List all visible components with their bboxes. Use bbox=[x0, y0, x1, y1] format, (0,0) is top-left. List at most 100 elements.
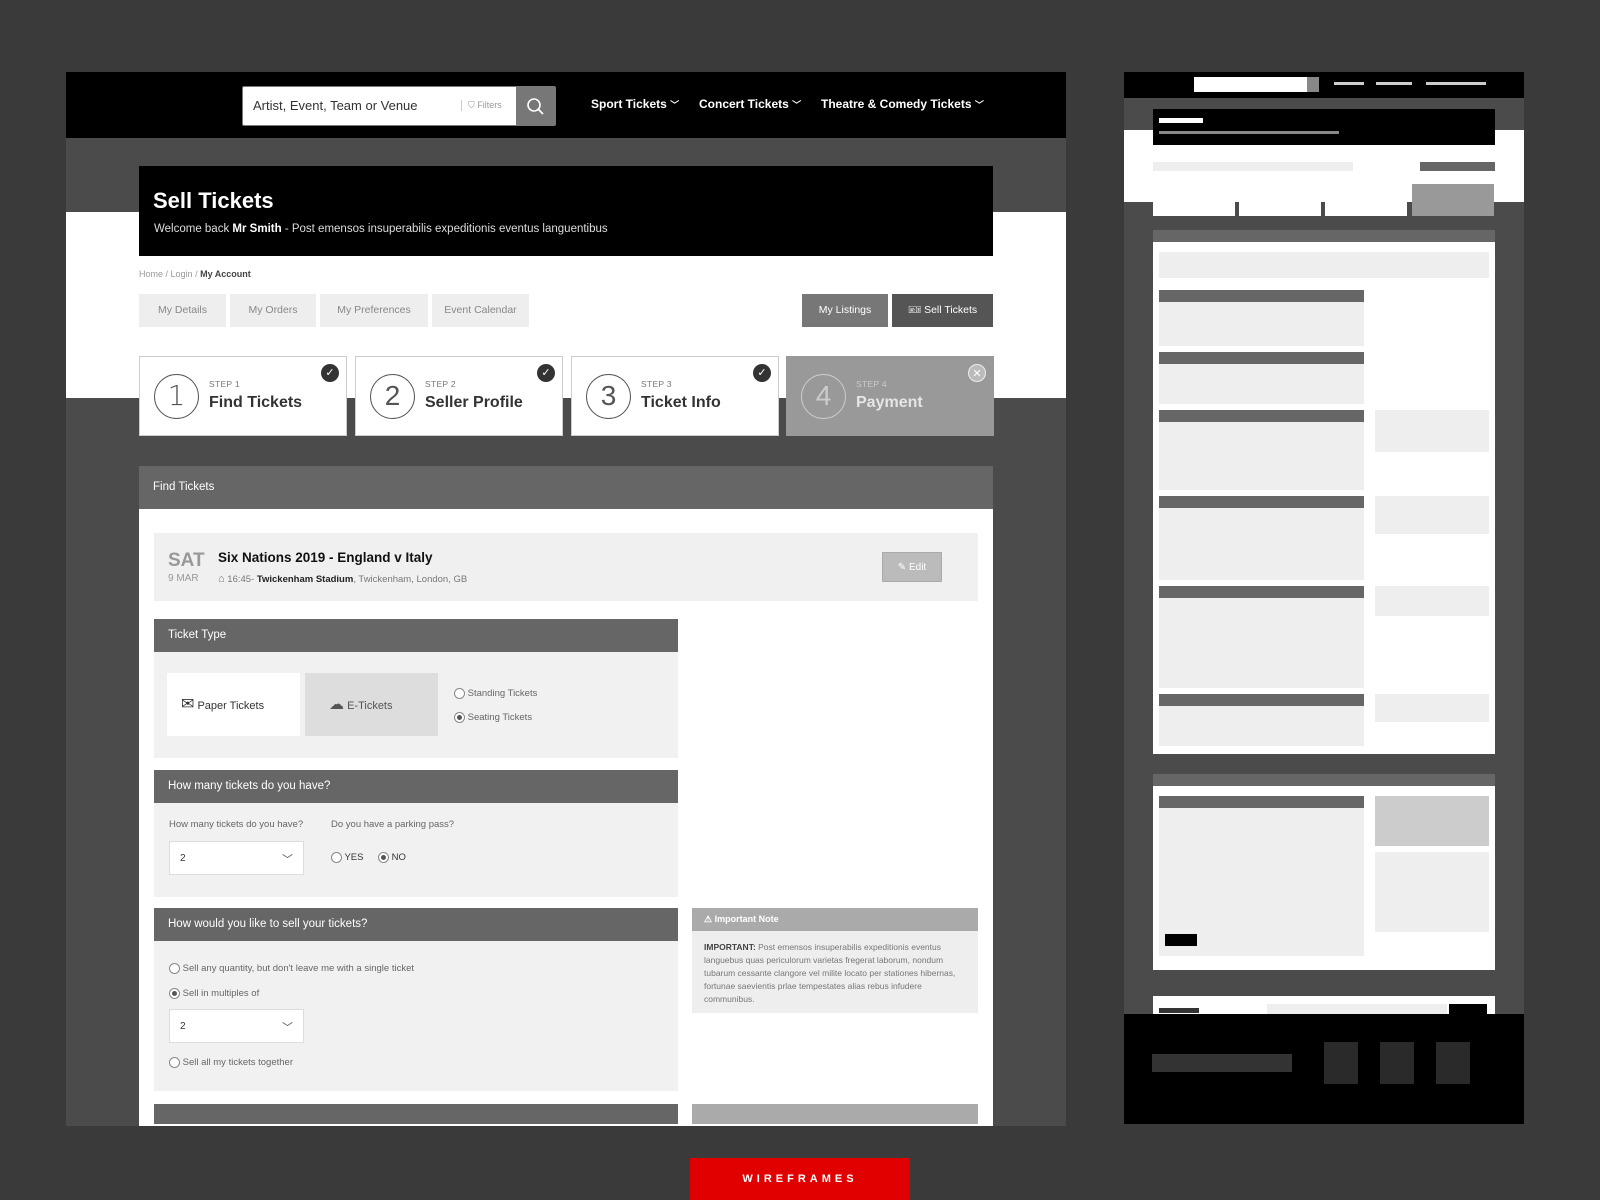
welcome-prefix: Welcome back bbox=[154, 223, 230, 235]
thumb-hero bbox=[1153, 109, 1495, 145]
search-input[interactable]: Artist, Event, Team or Venue bbox=[253, 98, 418, 113]
radio-button[interactable] bbox=[331, 852, 342, 863]
wireframes-badge: WIREFRAMES bbox=[690, 1158, 910, 1200]
breadcrumb-home[interactable]: Home bbox=[139, 269, 163, 279]
full-page-thumbnail bbox=[1124, 72, 1524, 1124]
chevron-down-icon: ﹀ bbox=[282, 854, 293, 866]
thumb-title bbox=[1159, 118, 1203, 123]
check-icon: ✓ bbox=[753, 364, 771, 382]
thumb-subtitle bbox=[1159, 131, 1339, 134]
no-label: NO bbox=[391, 852, 406, 864]
step-label: STEP 2 bbox=[425, 379, 456, 389]
step-ticket-info[interactable]: 3 STEP 3 Ticket Info ✓ bbox=[571, 356, 779, 436]
filters-button[interactable]: ⛉ Filters bbox=[461, 100, 502, 111]
yes-label: YES bbox=[344, 852, 364, 864]
search-box[interactable]: Artist, Event, Team or Venue ⛉ Filters bbox=[242, 86, 556, 126]
tab-sell-tickets[interactable]: 🎫︎ Sell Tickets bbox=[892, 294, 993, 327]
thumb-ticket-info-panel bbox=[1153, 786, 1495, 970]
step-number: 3 bbox=[586, 374, 631, 419]
chevron-down-icon: ﹀ bbox=[792, 100, 802, 110]
thumb-search bbox=[1194, 77, 1319, 92]
filters-label: Filters bbox=[477, 100, 502, 110]
parking-no-radio[interactable]: NO bbox=[378, 852, 406, 863]
tab-my-preferences[interactable]: My Preferences bbox=[320, 294, 428, 327]
radio-button[interactable] bbox=[454, 688, 465, 699]
nav-label: Concert Tickets bbox=[699, 97, 789, 111]
tab-my-listings[interactable]: My Listings bbox=[802, 294, 888, 327]
paper-tickets-label: Paper Tickets bbox=[197, 700, 265, 712]
nav-sport-tickets[interactable]: Sport Tickets ﹀ bbox=[591, 97, 679, 111]
search-icon bbox=[527, 98, 544, 115]
step-name: Seller Profile bbox=[425, 394, 523, 411]
envelope-icon: ✉ bbox=[181, 696, 195, 713]
welcome-message: Welcome back Mr Smith - Post emensos ins… bbox=[154, 223, 608, 235]
paper-tickets-option[interactable]: ✉ Paper Tickets bbox=[167, 673, 300, 736]
event-venue: Twickenham Stadium bbox=[256, 574, 354, 585]
sell-all-label: Sell all my tickets together bbox=[182, 1057, 293, 1069]
quantity-select[interactable]: 2 ﹀ bbox=[169, 841, 304, 875]
edit-label: Edit bbox=[908, 562, 927, 573]
check-icon: ✓ bbox=[321, 364, 339, 382]
sell-all-radio[interactable]: Sell all my tickets together bbox=[169, 1057, 293, 1068]
radio-button[interactable] bbox=[169, 988, 180, 999]
radio-button[interactable] bbox=[169, 963, 180, 974]
important-note-header: ⚠ Important Note bbox=[692, 908, 978, 931]
edit-icon: ✎ bbox=[897, 562, 907, 573]
search-button[interactable] bbox=[516, 87, 555, 125]
thumb-note bbox=[1375, 586, 1489, 616]
e-tickets-option[interactable]: ☁ E-Tickets bbox=[305, 673, 438, 736]
sell-multiples-label: Sell in multiples of bbox=[182, 988, 260, 1000]
nav-label: Sport Tickets bbox=[591, 97, 667, 111]
radio-button[interactable] bbox=[454, 712, 465, 723]
breadcrumb-login[interactable]: Login bbox=[171, 269, 193, 279]
nav-concert-tickets[interactable]: Concert Tickets ﹀ bbox=[699, 97, 801, 111]
ticket-icon: 🎫︎ bbox=[907, 304, 922, 316]
cloud-download-icon: ☁ bbox=[329, 696, 344, 713]
thumb-footer-col bbox=[1380, 1042, 1414, 1084]
thumb-note bbox=[1375, 796, 1489, 846]
thumb-block bbox=[1159, 364, 1364, 404]
parking-label: Do you have a parking pass? bbox=[331, 819, 455, 830]
step-number: 4 bbox=[801, 374, 846, 419]
thumb-note bbox=[1375, 496, 1489, 534]
parking-yes-radio[interactable]: YES bbox=[331, 852, 363, 863]
radio-button[interactable] bbox=[378, 852, 389, 863]
thumb-find-tickets-panel bbox=[1153, 242, 1495, 754]
sell-any-radio[interactable]: Sell any quantity, but don't leave me wi… bbox=[169, 963, 414, 974]
how-many-body: How many tickets do you have? 2 ﹀ Do you… bbox=[154, 803, 678, 897]
step-seller-profile[interactable]: 2 STEP 2 Seller Profile ✓ bbox=[355, 356, 563, 436]
thumb-block-header bbox=[1159, 352, 1364, 364]
calendar-icon: ⌂ bbox=[218, 573, 225, 585]
thumb-tabs-right bbox=[1420, 162, 1495, 171]
thumb-footer-col bbox=[1436, 1042, 1470, 1084]
breadcrumb: Home / Login / My Account bbox=[139, 269, 251, 279]
step-name: Ticket Info bbox=[641, 394, 721, 411]
chevron-down-icon: ﹀ bbox=[282, 1022, 293, 1034]
step-payment[interactable]: 4 STEP 4 Payment ✕ bbox=[786, 356, 994, 436]
event-card: SAT 9 MAR Six Nations 2019 - England v I… bbox=[154, 533, 978, 601]
nav-theatre-comedy-tickets[interactable]: Theatre & Comedy Tickets ﹀ bbox=[821, 97, 984, 111]
sell-multiples-radio[interactable]: Sell in multiples of bbox=[169, 988, 259, 999]
tab-my-details[interactable]: My Details bbox=[139, 294, 226, 327]
how-many-header: How many tickets do you have? bbox=[154, 770, 678, 803]
thumb-section-header bbox=[1153, 774, 1495, 786]
thumb-text bbox=[1159, 1008, 1199, 1013]
next-section-header bbox=[154, 1104, 678, 1124]
tab-my-orders[interactable]: My Orders bbox=[230, 294, 316, 327]
radio-button[interactable] bbox=[169, 1057, 180, 1068]
step-find-tickets[interactable]: 1 STEP 1 Find Tickets ✓ bbox=[139, 356, 347, 436]
thumb-tabs bbox=[1153, 162, 1353, 171]
thumb-note bbox=[1375, 410, 1489, 452]
thumb-block bbox=[1159, 598, 1364, 688]
step-label: STEP 3 bbox=[641, 379, 672, 389]
seating-tickets-radio[interactable]: Seating Tickets bbox=[454, 712, 532, 723]
thumb-block bbox=[1159, 422, 1364, 490]
step-number: 2 bbox=[370, 374, 415, 419]
close-icon: ✕ bbox=[968, 364, 986, 382]
edit-button[interactable]: ✎ Edit bbox=[882, 552, 942, 582]
tab-label: Sell Tickets bbox=[924, 304, 978, 316]
tab-event-calendar[interactable]: Event Calendar bbox=[432, 294, 529, 327]
sell-any-label: Sell any quantity, but don't leave me wi… bbox=[182, 963, 414, 975]
multiples-select[interactable]: 2 ﹀ bbox=[169, 1009, 304, 1043]
standing-tickets-radio[interactable]: Standing Tickets bbox=[454, 688, 537, 699]
